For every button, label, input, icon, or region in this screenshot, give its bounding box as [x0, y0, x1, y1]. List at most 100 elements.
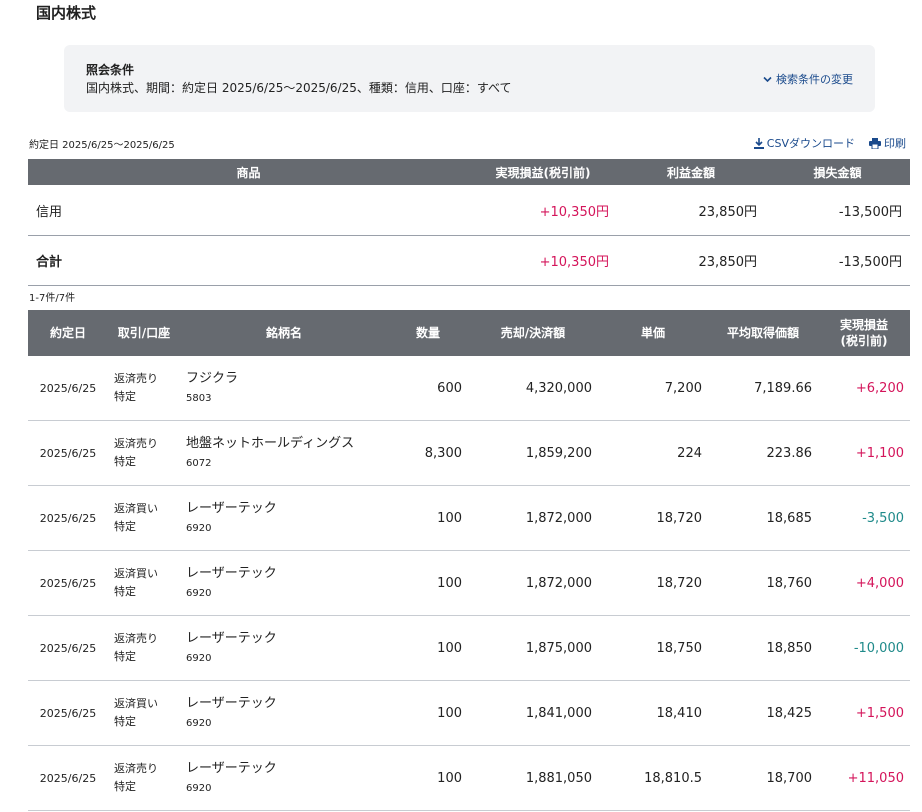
change-condition-link[interactable]: 検索条件の変更 — [763, 71, 853, 87]
realized-pl: +1,100 — [818, 420, 910, 486]
stock-name: レーザーテック — [186, 760, 277, 776]
trade-date: 2025/6/25 — [28, 420, 108, 486]
summary-total-row: 合計 +10,350円 23,850円 -13,500円 — [28, 235, 910, 286]
account-type: 特定 — [114, 455, 136, 468]
table-row: 2025/6/25 返済売り 特定 地盤ネットホールディングス 6072 8,300… — [28, 420, 910, 486]
result-count: 1-7件/7件 — [29, 293, 76, 304]
realized-pl: +11,050 — [818, 745, 910, 811]
average-cost: 18,700 — [708, 745, 818, 811]
summary-loss: -13,500円 — [765, 185, 910, 236]
stock-code: 6920 — [186, 522, 212, 534]
stock-cell: レーザーテック 6920 — [180, 615, 388, 681]
unit-price: 18,410 — [598, 680, 708, 746]
summary-realized: +10,350円 — [469, 185, 617, 236]
stock-code: 5803 — [186, 392, 212, 404]
stock-name: レーザーテック — [186, 630, 277, 646]
stock-code: 6920 — [186, 587, 212, 599]
quantity: 600 — [388, 356, 468, 421]
settlement-amount: 1,872,000 — [468, 550, 598, 616]
stock-cell: フジクラ 5803 — [180, 356, 388, 421]
account-type: 特定 — [114, 780, 136, 793]
printer-icon — [869, 137, 881, 149]
summary-profit: 23,850円 — [617, 185, 765, 236]
table-row: 2025/6/25 返済売り特定 レーザーテック 6920 100 1,881,0… — [28, 745, 910, 811]
average-cost: 18,850 — [708, 615, 818, 681]
realized-pl: +6,200 — [818, 356, 910, 421]
quantity: 100 — [388, 680, 468, 746]
quantity: 100 — [388, 485, 468, 551]
table-row: 2025/6/25 返済買い 特定 レーザーテック 6920 100 1,872,0… — [28, 550, 910, 616]
stock-code: 6920 — [186, 717, 212, 729]
change-condition-label: 検索条件の変更 — [776, 73, 853, 86]
summary-header-row: 商品 実現損益(税引前) 利益金額 損失金額 — [28, 159, 910, 185]
header-pl-line1: 実現損益 — [839, 318, 888, 332]
trade-type: 返済売り — [114, 372, 158, 385]
trade-type-account: 返済買い 特定 — [108, 550, 180, 616]
unit-price: 18,750 — [598, 615, 708, 681]
toolbar: CSVダウンロード 印刷 — [753, 135, 906, 151]
average-cost: 223.86 — [708, 420, 818, 486]
table-row: 2025/6/25 返済買い 特定 レーザーテック 6920 100 1,872,0… — [28, 485, 910, 551]
trade-type-account: 返済買い 特定 — [108, 680, 180, 746]
stock-cell: 地盤ネットホールディングス 6072 — [180, 420, 388, 486]
trade-type: 返済買い — [114, 567, 158, 580]
summary-header-profit: 利益金額 — [617, 159, 765, 185]
average-cost: 18,685 — [708, 485, 818, 551]
trade-type: 返済買い — [114, 697, 158, 710]
account-type: 特定 — [114, 390, 136, 403]
header-qty: 数量 — [388, 310, 468, 356]
trade-type: 返済売り — [114, 762, 158, 775]
average-cost: 7,189.66 — [708, 356, 818, 421]
summary-row: 信用 +10,350円 23,850円 -13,500円 — [28, 185, 910, 236]
summary-table: 商品 実現損益(税引前) 利益金額 損失金額 信用 +10,350円 23,85… — [28, 159, 910, 286]
quantity: 100 — [388, 615, 468, 681]
table-row: 2025/6/25 返済売り 特定 フジクラ 5803 600 4,320,000 … — [28, 356, 910, 421]
trade-type-account: 返済売り 特定 — [108, 615, 180, 681]
unit-price: 224 — [598, 420, 708, 486]
quantity: 100 — [388, 745, 468, 811]
stock-code: 6920 — [186, 652, 212, 664]
table-row: 2025/6/25 返済売り 特定 レーザーテック 6920 100 1,875,0… — [28, 615, 910, 681]
quantity: 8,300 — [388, 420, 468, 486]
condition-heading: 照会条件 — [86, 63, 135, 77]
summary-header-product: 商品 — [28, 159, 469, 185]
trade-type-account: 返済売り 特定 — [108, 356, 180, 421]
print-button[interactable]: 印刷 — [869, 135, 906, 151]
settlement-amount: 1,875,000 — [468, 615, 598, 681]
header-name: 銘柄名 — [180, 310, 388, 356]
unit-price: 18,810.5 — [598, 745, 708, 811]
stock-cell: レーザーテック 6920 — [180, 745, 388, 811]
trade-type-account: 返済買い 特定 — [108, 485, 180, 551]
stock-name: レーザーテック — [186, 500, 277, 516]
search-condition-panel: 照会条件 国内株式、期間：約定日 2025/6/25〜2025/6/25、種類：… — [64, 45, 875, 112]
trade-type-account: 返済売り 特定 — [108, 745, 180, 811]
stock-name: レーザーテック — [186, 695, 277, 711]
download-icon — [753, 137, 764, 149]
summary-total-loss: -13,500円 — [765, 235, 910, 286]
csv-download-button[interactable]: CSVダウンロード — [753, 135, 855, 151]
average-cost: 18,425 — [708, 680, 818, 746]
trade-date: 2025/6/25 — [28, 680, 108, 746]
unit-price: 7,200 — [598, 356, 708, 421]
header-avg: 平均取得価額 — [708, 310, 818, 356]
settlement-amount: 1,881,050 — [468, 745, 598, 811]
stock-cell: レーザーテック 6920 — [180, 485, 388, 551]
header-amount: 売却/決済額 — [468, 310, 598, 356]
print-label: 印刷 — [884, 137, 906, 150]
average-cost: 18,760 — [708, 550, 818, 616]
unit-price: 18,720 — [598, 550, 708, 616]
summary-header-realized: 実現損益(税引前) — [469, 159, 617, 185]
realized-pl: +4,000 — [818, 550, 910, 616]
header-trade: 取引/口座 — [108, 310, 180, 356]
trade-date: 2025/6/25 — [28, 745, 108, 811]
stock-name: フジクラ — [186, 370, 239, 386]
quantity: 100 — [388, 550, 468, 616]
table-row: 2025/6/25 返済買い 特定 レーザーテック 6920 100 1,841,0… — [28, 680, 910, 746]
condition-text: 国内株式、期間：約定日 2025/6/25〜2025/6/25、種類：信用、口座… — [86, 81, 512, 95]
trade-date: 2025/6/25 — [28, 485, 108, 551]
trade-date: 2025/6/25 — [28, 615, 108, 681]
page-title: 国内株式 — [36, 4, 97, 22]
summary-total-profit: 23,850円 — [617, 235, 765, 286]
stock-code: 6072 — [186, 457, 212, 469]
settlement-amount: 4,320,000 — [468, 356, 598, 421]
